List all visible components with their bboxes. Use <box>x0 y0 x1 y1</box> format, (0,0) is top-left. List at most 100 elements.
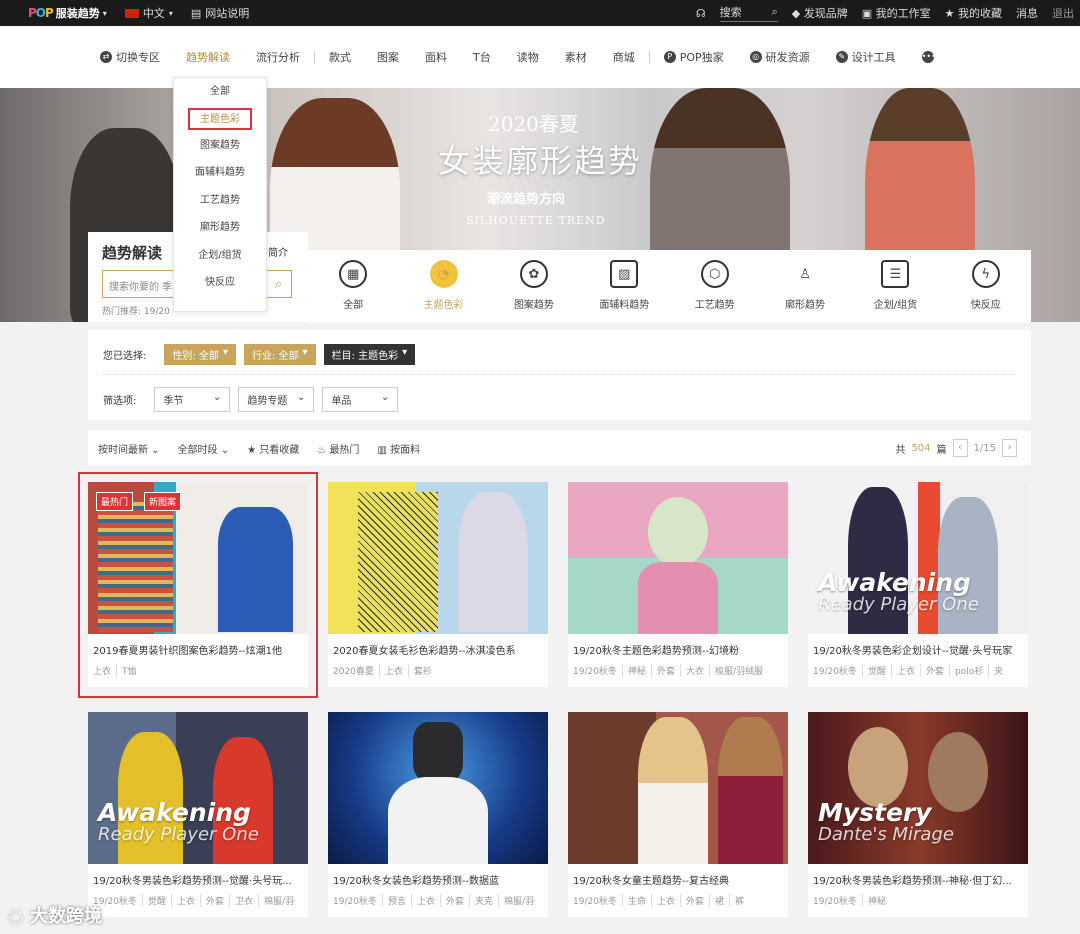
chevron-down-icon: ⌄ <box>380 392 390 403</box>
flower-icon: ✿ <box>519 260 548 288</box>
nav-runway[interactable]: T台 <box>473 49 491 65</box>
nav-publications[interactable]: 读物 <box>517 49 539 65</box>
filter-fabric[interactable]: ▥ 按面料 <box>377 441 420 456</box>
category-pattern[interactable]: ✿ 图案趋势 <box>489 250 579 323</box>
trend-card[interactable]: Mystery Dante's Mirage 19/20秋冬男装色彩趋势预测--神… <box>808 712 1028 917</box>
card-tags: 2020春夏 上衣 套衫 <box>333 664 545 677</box>
nav-rd-resources[interactable]: ◎ 研发资源 <box>749 49 810 65</box>
switch-icon: ⇄ <box>100 51 112 63</box>
language-selector[interactable]: 中文 ▾ <box>124 5 173 21</box>
next-page-button[interactable]: › <box>1002 439 1017 457</box>
hexagon-icon: ⬡ <box>700 260 729 288</box>
dropdown-item-pattern[interactable]: 图案趋势 <box>174 132 266 160</box>
category-all[interactable]: ▦ 全部 <box>308 250 398 323</box>
sort-latest[interactable]: 按时间最新 ⌄ <box>98 441 160 456</box>
logout-link[interactable]: 退出 <box>1052 5 1074 21</box>
category-planning[interactable]: ☰ 企划/组货 <box>850 250 940 323</box>
pagination: 共 504 篇 ‹ 1/15 › <box>895 439 1017 457</box>
dropdown-item-silhouette[interactable]: 廓形趋势 <box>174 214 266 242</box>
resources-icon: ◎ <box>749 51 762 63</box>
trend-card[interactable]: Awakening Ready Player One 19/20秋冬男装色彩企划设… <box>808 482 1028 687</box>
card-title[interactable]: 19/20秋冬男装色彩趋势预测--神秘·但丁幻... <box>813 872 1025 887</box>
category-bar: ▦ 全部 ◔ 主题色彩 ✿ 图案趋势 ▨ 面辅料趋势 ⬡ 工艺趋势 ♙ 廓形趋势 ☰ 企划/组… <box>308 250 1031 323</box>
top-search[interactable]: 搜索 ⌕ <box>719 4 778 22</box>
dropdown-item-quick-response[interactable]: 快反应 <box>174 269 266 297</box>
site-logo[interactable]: POP 服装趋势 ▾ <box>28 5 107 21</box>
dropdown-item-craft[interactable]: 工艺趋势 <box>174 187 266 215</box>
china-flag-icon <box>124 8 139 18</box>
filter-tag-column[interactable]: 栏目: 主题色彩 ▾ <box>323 344 416 365</box>
chevron-down-icon: ▾ <box>168 8 173 18</box>
nav-fabrics[interactable]: 面料 <box>425 49 447 65</box>
headset-icon[interactable]: ☊ <box>696 7 706 20</box>
site-guide-link[interactable]: ▤ 网站说明 <box>191 5 249 21</box>
item-select[interactable]: 单品 ⌄ <box>322 387 399 412</box>
season-select[interactable]: 季节 ⌄ <box>154 387 231 412</box>
nav-mall[interactable]: 商城 <box>613 49 635 65</box>
trend-card[interactable]: 19/20秋冬主题色彩趋势预测--幻境粉 19/20秋冬 神秘 外套 大衣 梭服/羽绒服 <box>568 482 788 687</box>
card-overlay-text: Awakening Ready Player One <box>98 798 259 845</box>
card-title[interactable]: 19/20秋冬主题色彩趋势预测--幻境粉 <box>573 642 785 657</box>
page-indicator: 1/15 <box>973 442 996 454</box>
trend-card[interactable]: 2020春夏女装毛衫色彩趋势--冰淇凌色系 2020春夏 上衣 套衫 <box>328 482 548 687</box>
chevron-down-icon: ⌄ <box>296 392 306 403</box>
brand-link[interactable]: ◆ 发现品牌 <box>792 5 848 21</box>
nav-pop-exclusive[interactable]: P POP独家 <box>663 49 724 65</box>
sort-period[interactable]: 全部时段 ⌄ <box>178 441 230 456</box>
search-icon[interactable]: ⌕ <box>772 5 778 19</box>
nav-materials[interactable]: 素材 <box>565 49 587 65</box>
nav-patterns[interactable]: 图案 <box>377 49 399 65</box>
messages-link[interactable]: 消息 <box>1016 5 1038 21</box>
card-title[interactable]: 2020春夏女装毛衫色彩趋势--冰淇凌色系 <box>333 642 545 657</box>
trend-topic-select[interactable]: 趋势专题 ⌄ <box>238 387 315 412</box>
nav-switch-zone[interactable]: ⇄ 切换专区 <box>100 49 160 65</box>
dropdown-item-theme-color[interactable]: 主题色彩 <box>188 107 252 130</box>
fabric-icon: ▨ <box>610 260 639 288</box>
card-title[interactable]: 19/20秋冬男装色彩企划设计--觉醒·头号玩家 <box>813 642 1025 657</box>
dress-icon: ♙ <box>799 266 811 282</box>
card-image <box>568 482 788 634</box>
trend-card[interactable]: 19/20秋冬女装色彩趋势预测--数据蓝 19/20秋冬 预言 上衣 外套 夹克 棉服/羽 <box>328 712 548 917</box>
search-placeholder: 搜索你要的 季 <box>109 282 173 293</box>
category-quick-response[interactable]: ϟ 快反应 <box>941 250 1031 323</box>
lightning-icon: ϟ <box>971 260 1000 288</box>
category-silhouette[interactable]: ♙ 廓形趋势 <box>760 250 850 323</box>
hot-recommend[interactable]: 热门推荐: 19/20 <box>102 304 170 317</box>
card-image: Awakening Ready Player One <box>808 482 1028 634</box>
category-craft[interactable]: ⬡ 工艺趋势 <box>670 250 760 323</box>
filter-favorites[interactable]: ★ 只看收藏 <box>247 441 299 456</box>
favorites-link[interactable]: ★ 我的收藏 <box>945 5 1002 21</box>
nav-trend-analysis[interactable]: 趋势解读 <box>186 49 230 65</box>
planning-icon: ☰ <box>881 260 910 288</box>
nav-styles[interactable]: 款式 <box>329 49 351 65</box>
top-search-input[interactable]: 搜索 <box>720 4 742 20</box>
search-button[interactable]: ⌕ <box>265 271 291 297</box>
trend-card[interactable]: Awakening Ready Player One 19/20秋冬男装色彩趋势预… <box>88 712 308 917</box>
studio-link[interactable]: ▣ 我的工作室 <box>862 5 931 21</box>
card-tags: 19/20秋冬 觉醒 上衣 外套 polo衫夹 <box>813 664 1025 677</box>
filter-tag-gender[interactable]: 性别: 全部 ▾ <box>164 344 236 365</box>
card-title[interactable]: 19/20秋冬女装色彩趋势预测--数据蓝 <box>333 872 545 887</box>
prev-page-button[interactable]: ‹ <box>952 439 968 457</box>
trend-card[interactable]: 19/20秋冬女童主题趋势--复古经典 19/20秋冬 生命 上衣 外套裙裤 <box>568 712 788 917</box>
more-button[interactable]: ••• <box>921 51 936 63</box>
card-image <box>328 482 548 634</box>
card-title[interactable]: 19/20秋冬女童主题趋势--复古经典 <box>573 872 785 887</box>
nav-fashion-analysis[interactable]: 流行分析 <box>256 49 300 65</box>
dropdown-item-all[interactable]: 全部 <box>174 78 266 106</box>
filter-tag-industry[interactable]: 行业: 全部 ▾ <box>243 344 316 365</box>
dropdown-item-fabric[interactable]: 面辅料趋势 <box>174 159 266 187</box>
nav-design-tools[interactable]: ✎ 设计工具 <box>835 49 896 65</box>
dropdown-item-planning[interactable]: 企划/组货 <box>174 242 266 270</box>
selected-label: 您已选择: <box>103 351 147 362</box>
intro-link[interactable]: 简介 <box>268 244 288 259</box>
panel-title: 趋势解读 <box>102 244 163 262</box>
chevron-down-icon: ▾ <box>302 347 308 358</box>
card-tags: 19/20秋冬 生命 上衣 外套裙裤 <box>573 894 785 907</box>
sort-hottest[interactable]: ♨ 最热门 <box>317 441 359 456</box>
category-fabric[interactable]: ▨ 面辅料趋势 <box>579 250 669 323</box>
card-title[interactable]: 19/20秋冬男装色彩趋势预测--觉醒·头号玩... <box>93 872 305 887</box>
grid-icon: ▦ <box>339 260 368 288</box>
category-theme-color[interactable]: ◔ 主题色彩 <box>398 250 488 323</box>
banner-english: SILHOUETTE TREND <box>466 214 606 227</box>
